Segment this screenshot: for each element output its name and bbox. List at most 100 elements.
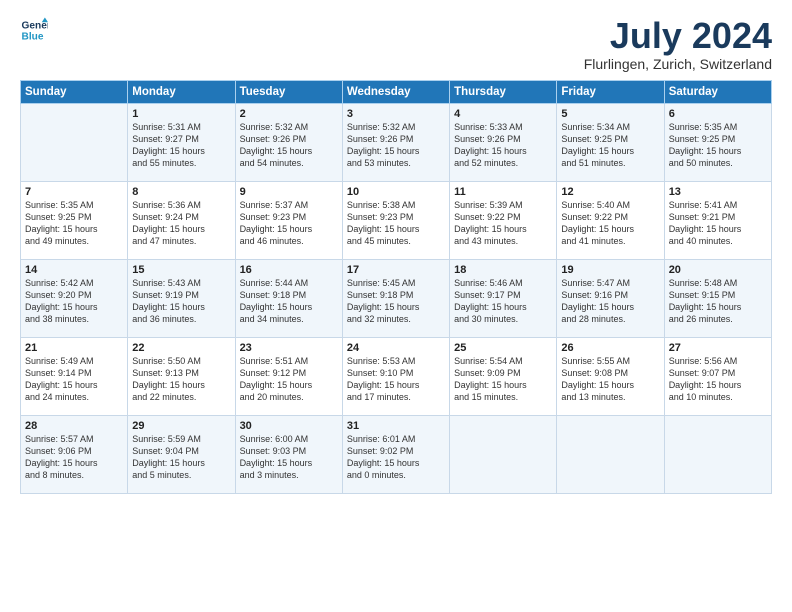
calendar-cell: 5Sunrise: 5:34 AM Sunset: 9:25 PM Daylig… — [557, 103, 664, 181]
calendar-cell: 1Sunrise: 5:31 AM Sunset: 9:27 PM Daylig… — [128, 103, 235, 181]
calendar-cell: 23Sunrise: 5:51 AM Sunset: 9:12 PM Dayli… — [235, 337, 342, 415]
calendar-cell: 19Sunrise: 5:47 AM Sunset: 9:16 PM Dayli… — [557, 259, 664, 337]
cell-info: Sunrise: 5:56 AM Sunset: 9:07 PM Dayligh… — [669, 355, 767, 404]
day-number: 31 — [347, 420, 445, 432]
location: Flurlingen, Zurich, Switzerland — [584, 56, 772, 72]
cell-info: Sunrise: 5:39 AM Sunset: 9:22 PM Dayligh… — [454, 199, 552, 248]
day-number: 10 — [347, 186, 445, 198]
calendar-cell: 13Sunrise: 5:41 AM Sunset: 9:21 PM Dayli… — [664, 181, 771, 259]
day-number: 15 — [132, 264, 230, 276]
cell-info: Sunrise: 5:51 AM Sunset: 9:12 PM Dayligh… — [240, 355, 338, 404]
day-number: 12 — [561, 186, 659, 198]
cell-info: Sunrise: 5:34 AM Sunset: 9:25 PM Dayligh… — [561, 121, 659, 170]
day-header-tuesday: Tuesday — [235, 80, 342, 103]
day-number: 19 — [561, 264, 659, 276]
cell-info: Sunrise: 5:43 AM Sunset: 9:19 PM Dayligh… — [132, 277, 230, 326]
calendar-cell: 3Sunrise: 5:32 AM Sunset: 9:26 PM Daylig… — [342, 103, 449, 181]
day-number: 2 — [240, 108, 338, 120]
calendar-cell: 11Sunrise: 5:39 AM Sunset: 9:22 PM Dayli… — [450, 181, 557, 259]
day-number: 25 — [454, 342, 552, 354]
calendar-cell — [21, 103, 128, 181]
calendar-cell: 18Sunrise: 5:46 AM Sunset: 9:17 PM Dayli… — [450, 259, 557, 337]
day-number: 4 — [454, 108, 552, 120]
day-number: 23 — [240, 342, 338, 354]
cell-info: Sunrise: 5:42 AM Sunset: 9:20 PM Dayligh… — [25, 277, 123, 326]
calendar-cell: 27Sunrise: 5:56 AM Sunset: 9:07 PM Dayli… — [664, 337, 771, 415]
calendar-cell: 2Sunrise: 5:32 AM Sunset: 9:26 PM Daylig… — [235, 103, 342, 181]
day-number: 24 — [347, 342, 445, 354]
logo-icon: General Blue — [20, 16, 48, 44]
cell-info: Sunrise: 6:01 AM Sunset: 9:02 PM Dayligh… — [347, 433, 445, 482]
cell-info: Sunrise: 5:57 AM Sunset: 9:06 PM Dayligh… — [25, 433, 123, 482]
day-number: 27 — [669, 342, 767, 354]
calendar-cell: 8Sunrise: 5:36 AM Sunset: 9:24 PM Daylig… — [128, 181, 235, 259]
day-header-thursday: Thursday — [450, 80, 557, 103]
title-block: July 2024 Flurlingen, Zurich, Switzerlan… — [584, 16, 772, 72]
calendar-cell: 6Sunrise: 5:35 AM Sunset: 9:25 PM Daylig… — [664, 103, 771, 181]
day-number: 3 — [347, 108, 445, 120]
cell-info: Sunrise: 5:45 AM Sunset: 9:18 PM Dayligh… — [347, 277, 445, 326]
cell-info: Sunrise: 5:55 AM Sunset: 9:08 PM Dayligh… — [561, 355, 659, 404]
calendar-cell: 21Sunrise: 5:49 AM Sunset: 9:14 PM Dayli… — [21, 337, 128, 415]
calendar-cell: 4Sunrise: 5:33 AM Sunset: 9:26 PM Daylig… — [450, 103, 557, 181]
header: General Blue July 2024 Flurlingen, Zuric… — [20, 16, 772, 72]
day-number: 20 — [669, 264, 767, 276]
calendar-page: General Blue July 2024 Flurlingen, Zuric… — [0, 0, 792, 612]
cell-info: Sunrise: 5:59 AM Sunset: 9:04 PM Dayligh… — [132, 433, 230, 482]
day-number: 26 — [561, 342, 659, 354]
day-number: 8 — [132, 186, 230, 198]
day-number: 29 — [132, 420, 230, 432]
week-row-3: 14Sunrise: 5:42 AM Sunset: 9:20 PM Dayli… — [21, 259, 772, 337]
cell-info: Sunrise: 5:44 AM Sunset: 9:18 PM Dayligh… — [240, 277, 338, 326]
cell-info: Sunrise: 5:32 AM Sunset: 9:26 PM Dayligh… — [240, 121, 338, 170]
week-row-5: 28Sunrise: 5:57 AM Sunset: 9:06 PM Dayli… — [21, 415, 772, 493]
day-number: 5 — [561, 108, 659, 120]
week-row-4: 21Sunrise: 5:49 AM Sunset: 9:14 PM Dayli… — [21, 337, 772, 415]
calendar-cell — [664, 415, 771, 493]
day-number: 21 — [25, 342, 123, 354]
calendar-cell: 30Sunrise: 6:00 AM Sunset: 9:03 PM Dayli… — [235, 415, 342, 493]
month-title: July 2024 — [584, 16, 772, 56]
cell-info: Sunrise: 5:35 AM Sunset: 9:25 PM Dayligh… — [669, 121, 767, 170]
cell-info: Sunrise: 5:41 AM Sunset: 9:21 PM Dayligh… — [669, 199, 767, 248]
day-header-saturday: Saturday — [664, 80, 771, 103]
cell-info: Sunrise: 5:46 AM Sunset: 9:17 PM Dayligh… — [454, 277, 552, 326]
day-header-monday: Monday — [128, 80, 235, 103]
cell-info: Sunrise: 5:47 AM Sunset: 9:16 PM Dayligh… — [561, 277, 659, 326]
cell-info: Sunrise: 5:50 AM Sunset: 9:13 PM Dayligh… — [132, 355, 230, 404]
calendar-cell: 25Sunrise: 5:54 AM Sunset: 9:09 PM Dayli… — [450, 337, 557, 415]
day-number: 1 — [132, 108, 230, 120]
cell-info: Sunrise: 6:00 AM Sunset: 9:03 PM Dayligh… — [240, 433, 338, 482]
calendar-cell: 24Sunrise: 5:53 AM Sunset: 9:10 PM Dayli… — [342, 337, 449, 415]
day-header-sunday: Sunday — [21, 80, 128, 103]
cell-info: Sunrise: 5:37 AM Sunset: 9:23 PM Dayligh… — [240, 199, 338, 248]
cell-info: Sunrise: 5:32 AM Sunset: 9:26 PM Dayligh… — [347, 121, 445, 170]
cell-info: Sunrise: 5:54 AM Sunset: 9:09 PM Dayligh… — [454, 355, 552, 404]
calendar-cell: 26Sunrise: 5:55 AM Sunset: 9:08 PM Dayli… — [557, 337, 664, 415]
day-header-friday: Friday — [557, 80, 664, 103]
calendar-cell: 12Sunrise: 5:40 AM Sunset: 9:22 PM Dayli… — [557, 181, 664, 259]
cell-info: Sunrise: 5:35 AM Sunset: 9:25 PM Dayligh… — [25, 199, 123, 248]
calendar-cell: 10Sunrise: 5:38 AM Sunset: 9:23 PM Dayli… — [342, 181, 449, 259]
calendar-table: SundayMondayTuesdayWednesdayThursdayFrid… — [20, 80, 772, 494]
cell-info: Sunrise: 5:40 AM Sunset: 9:22 PM Dayligh… — [561, 199, 659, 248]
day-header-wednesday: Wednesday — [342, 80, 449, 103]
calendar-cell: 22Sunrise: 5:50 AM Sunset: 9:13 PM Dayli… — [128, 337, 235, 415]
day-number: 30 — [240, 420, 338, 432]
calendar-cell — [450, 415, 557, 493]
day-number: 7 — [25, 186, 123, 198]
cell-info: Sunrise: 5:36 AM Sunset: 9:24 PM Dayligh… — [132, 199, 230, 248]
calendar-cell: 7Sunrise: 5:35 AM Sunset: 9:25 PM Daylig… — [21, 181, 128, 259]
calendar-cell — [557, 415, 664, 493]
day-number: 18 — [454, 264, 552, 276]
logo: General Blue — [20, 16, 48, 44]
svg-text:Blue: Blue — [22, 31, 44, 42]
calendar-cell: 9Sunrise: 5:37 AM Sunset: 9:23 PM Daylig… — [235, 181, 342, 259]
day-number: 22 — [132, 342, 230, 354]
calendar-cell: 16Sunrise: 5:44 AM Sunset: 9:18 PM Dayli… — [235, 259, 342, 337]
calendar-cell: 31Sunrise: 6:01 AM Sunset: 9:02 PM Dayli… — [342, 415, 449, 493]
day-number: 9 — [240, 186, 338, 198]
day-number: 14 — [25, 264, 123, 276]
days-header-row: SundayMondayTuesdayWednesdayThursdayFrid… — [21, 80, 772, 103]
day-number: 6 — [669, 108, 767, 120]
